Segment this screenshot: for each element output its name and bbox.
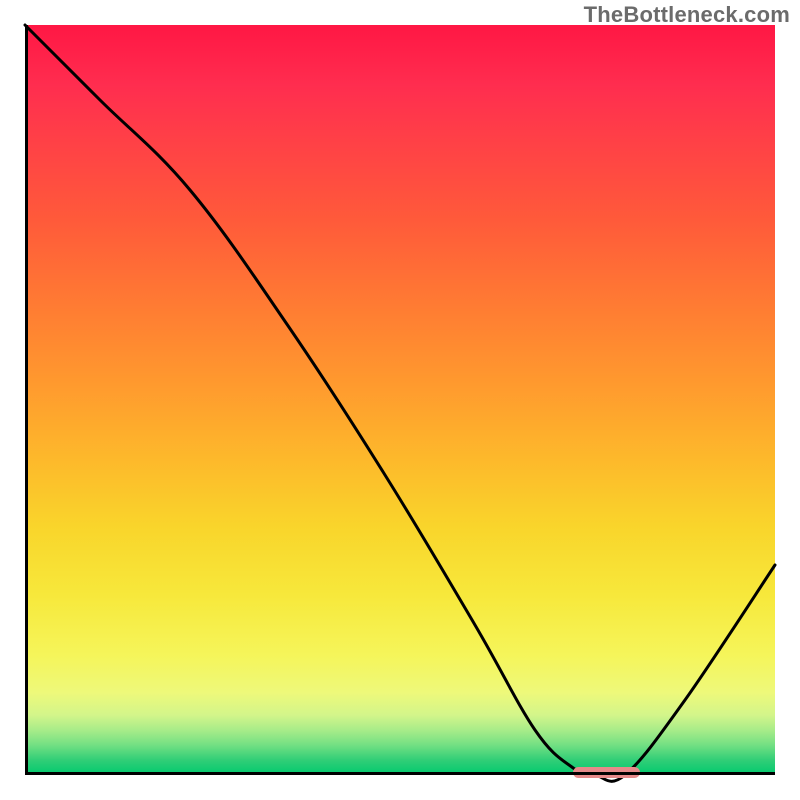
optimal-range-marker [573, 767, 641, 778]
chart-container: TheBottleneck.com [0, 0, 800, 800]
bottleneck-curve-path [25, 25, 775, 781]
bottleneck-curve-svg [25, 25, 775, 775]
plot-area [25, 25, 775, 775]
